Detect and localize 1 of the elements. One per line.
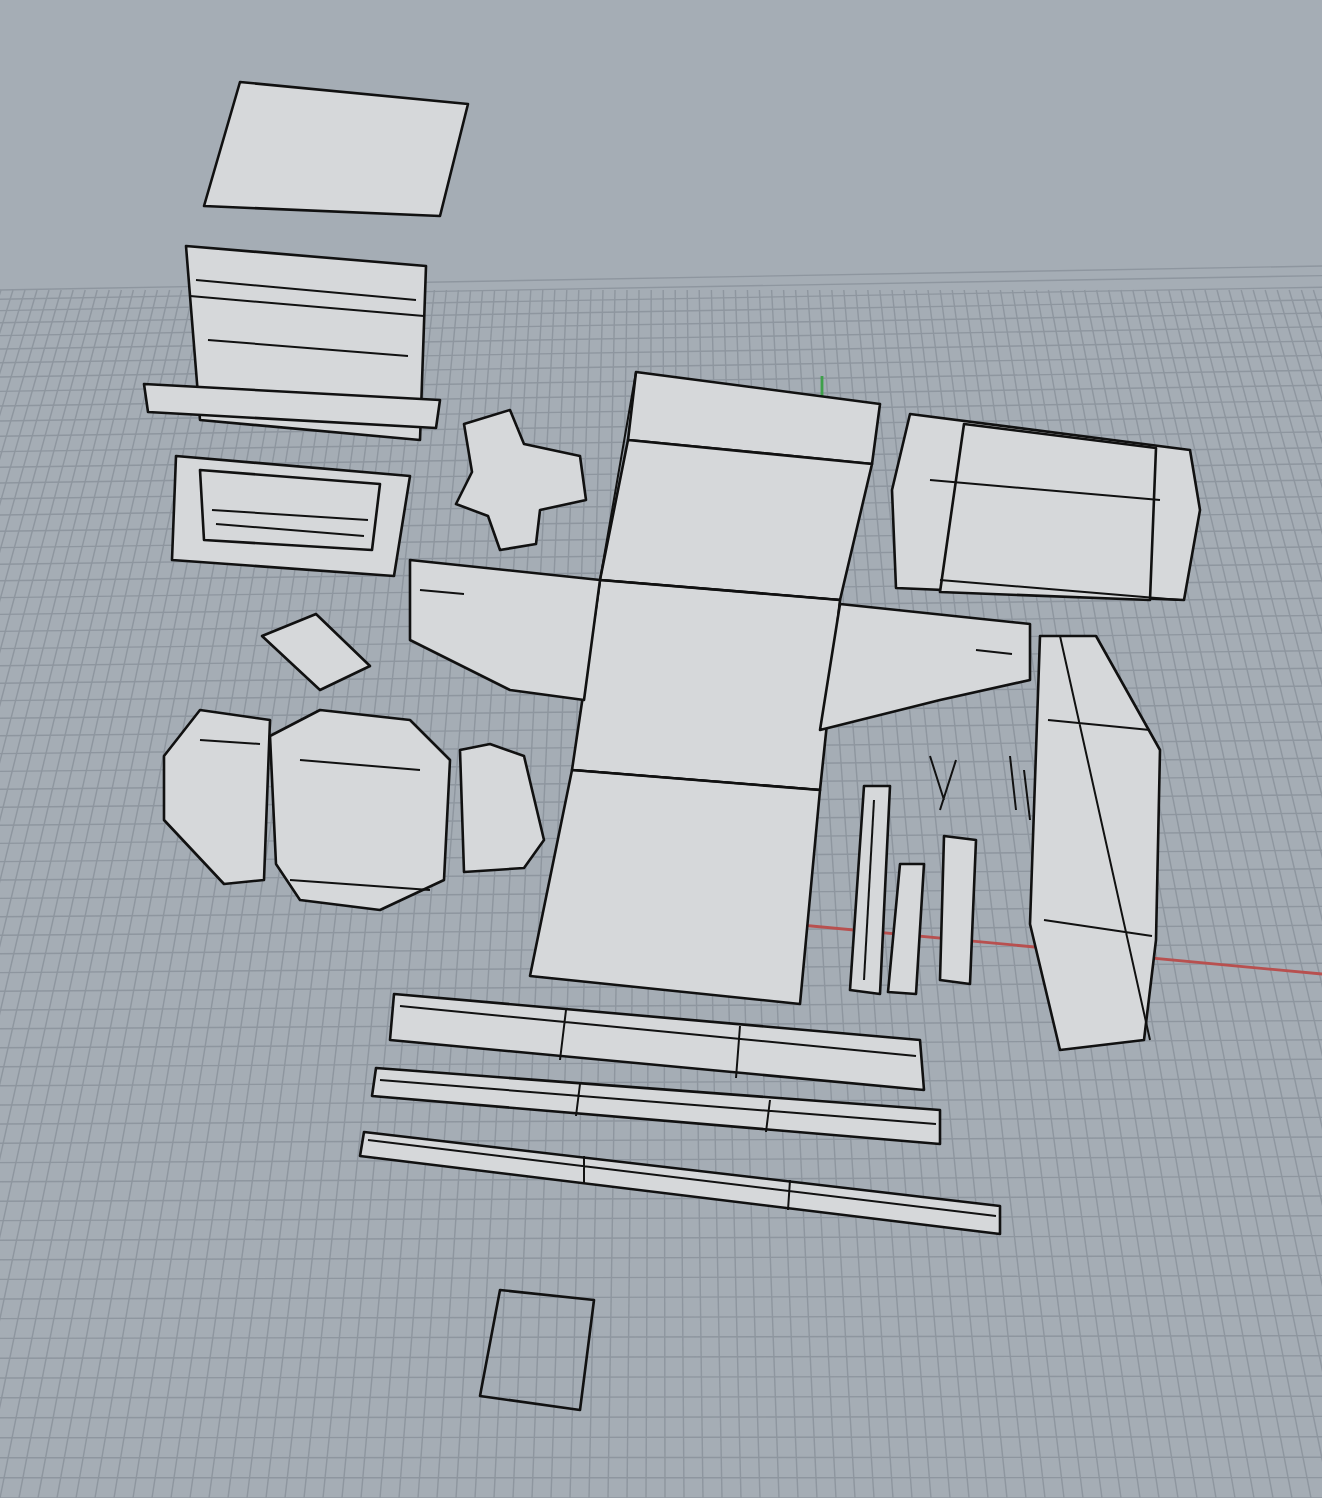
3d-viewport[interactable] <box>0 0 1322 1498</box>
